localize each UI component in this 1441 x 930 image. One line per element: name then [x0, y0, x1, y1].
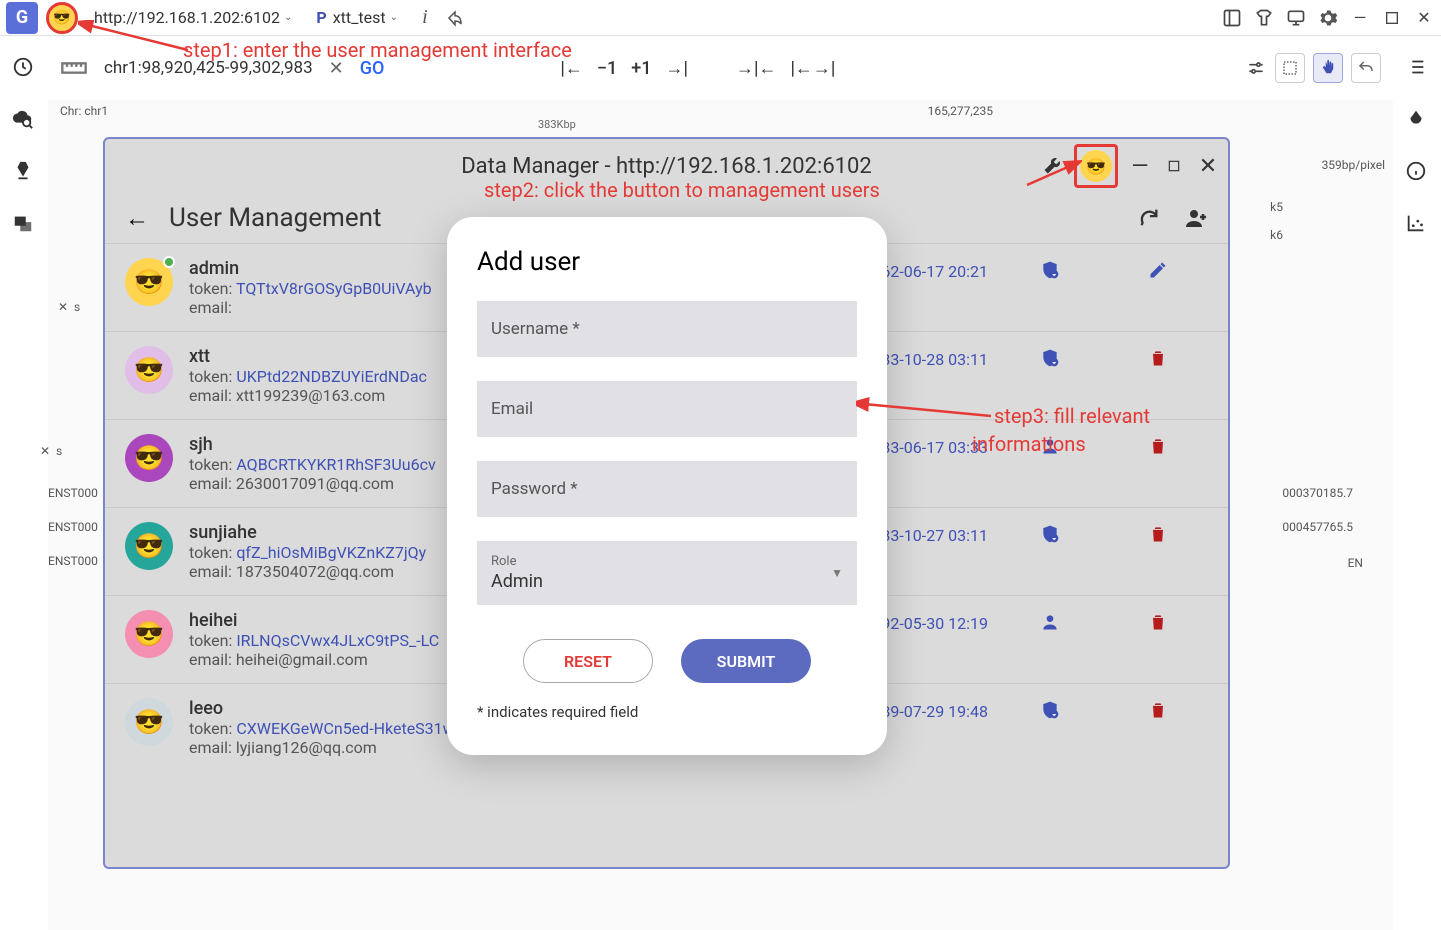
- layout-icon[interactable]: [1221, 7, 1243, 29]
- avatar: 😎: [125, 434, 173, 482]
- track-enst-a2: ENST000: [48, 520, 98, 534]
- password-label: Password *: [491, 479, 578, 499]
- history-icon[interactable]: [12, 56, 36, 80]
- role-label: Role: [491, 554, 516, 569]
- avatar: 😎: [125, 698, 173, 746]
- avatar: 😎: [125, 346, 173, 394]
- add-user-dialog: Add user Username * Email Password * Rol…: [447, 217, 887, 755]
- pan-tool[interactable]: [1313, 53, 1343, 83]
- maximize-icon[interactable]: [1381, 7, 1403, 29]
- top-toolbar: G http://192.168.1.202:6102 ⌄ P xtt_test…: [0, 0, 1441, 36]
- expand-icon[interactable]: |←→|: [790, 58, 835, 79]
- chevron-down-icon: ⌄: [284, 12, 292, 23]
- delete-icon[interactable]: [1148, 524, 1168, 544]
- dm-title: Data Manager - http://192.168.1.202:6102: [461, 154, 872, 179]
- project-name: xtt_test: [333, 8, 386, 27]
- highlight-icon[interactable]: [12, 160, 36, 184]
- avatar: 😎: [125, 522, 173, 570]
- chevron-down-icon: ▼: [831, 566, 843, 580]
- shirt-icon[interactable]: [1253, 7, 1275, 29]
- user-avatar-button[interactable]: [46, 2, 78, 34]
- reset-button[interactable]: RESET: [523, 639, 653, 683]
- dm-maximize-icon[interactable]: [1162, 154, 1186, 178]
- refresh-icon[interactable]: [1138, 206, 1160, 230]
- email-field[interactable]: Email: [477, 381, 857, 437]
- monitor-icon[interactable]: [1285, 7, 1307, 29]
- project-dropdown[interactable]: P xtt_test ⌄: [308, 4, 406, 31]
- password-field[interactable]: Password *: [477, 461, 857, 517]
- chevron-down-icon: ⌄: [390, 12, 398, 23]
- coordinate-label: 165,277,235: [928, 104, 993, 118]
- delete-icon[interactable]: [1148, 436, 1168, 456]
- track-k5: k5: [1270, 200, 1283, 214]
- minimize-icon[interactable]: —: [1349, 7, 1371, 29]
- jump-end-icon[interactable]: →|: [665, 58, 687, 79]
- left-sidebar: [0, 36, 48, 930]
- username-label: Username *: [491, 319, 580, 339]
- project-prefix: P: [316, 8, 326, 27]
- collapse-icon[interactable]: →|←: [736, 58, 776, 79]
- track-enst-c: 000457765.5: [1282, 520, 1353, 534]
- required-note: * indicates required field: [477, 703, 857, 721]
- info-icon[interactable]: i: [414, 7, 436, 29]
- role-icon: [1040, 612, 1060, 632]
- share-icon[interactable]: [444, 7, 466, 29]
- submit-button[interactable]: SUBMIT: [681, 639, 811, 683]
- info-circle-icon[interactable]: [1405, 160, 1429, 184]
- delete-icon[interactable]: [1148, 612, 1168, 632]
- email-label: Email: [491, 399, 533, 419]
- list-icon[interactable]: [1405, 56, 1429, 80]
- select-tool[interactable]: [1275, 53, 1305, 83]
- annotation-step3b: informations: [972, 432, 1086, 456]
- track-k6: k6: [1270, 228, 1283, 242]
- cloud-search-icon[interactable]: [12, 108, 36, 132]
- zoom-in-button[interactable]: +1: [631, 58, 651, 79]
- track-enst-a3: ENST000: [48, 554, 98, 568]
- layers-icon[interactable]: [12, 212, 36, 236]
- bp-per-pixel: 359bp/pixel: [1322, 158, 1385, 172]
- dialog-title: Add user: [477, 247, 857, 277]
- dm-minimize-icon[interactable]: —: [1128, 154, 1152, 178]
- delete-icon[interactable]: [1148, 700, 1168, 720]
- username-field[interactable]: Username *: [477, 301, 857, 357]
- dm-close-icon[interactable]: ✕: [1196, 154, 1220, 178]
- scatter-icon[interactable]: [1405, 212, 1429, 236]
- gear-icon[interactable]: [1317, 7, 1339, 29]
- kbp-label: 383Kbp: [538, 118, 576, 131]
- track-en: EN: [1348, 556, 1363, 570]
- app-logo[interactable]: G: [6, 2, 38, 34]
- edit-icon[interactable]: [1148, 260, 1168, 280]
- annotation-step3a: step3: fill relevant: [994, 404, 1150, 428]
- settings-sliders-icon[interactable]: [1245, 57, 1267, 79]
- avatar: 😎: [125, 610, 173, 658]
- add-user-icon[interactable]: [1184, 206, 1208, 230]
- dm-section-title: User Management: [169, 203, 382, 233]
- right-sidebar: [1393, 36, 1441, 930]
- zoom-out-button[interactable]: −1: [597, 58, 617, 79]
- annotation-step1: step1: enter the user management interfa…: [183, 38, 572, 62]
- drop-icon[interactable]: [1405, 108, 1429, 132]
- role-icon: [1040, 348, 1060, 368]
- role-icon: [1040, 700, 1060, 720]
- role-icon: [1040, 524, 1060, 544]
- annotation-step2: step2: click the button to management us…: [484, 178, 880, 202]
- role-select[interactable]: Role Admin ▼: [477, 541, 857, 605]
- role-icon: [1040, 260, 1060, 280]
- close-icon[interactable]: ✕: [1413, 7, 1435, 29]
- track-enst-b: 000370185.7: [1282, 486, 1353, 500]
- chromosome-label: Chr: chr1: [60, 104, 108, 118]
- avatar: 😎: [125, 258, 173, 306]
- track-enst-a: ENST000: [48, 486, 98, 500]
- delete-icon[interactable]: [1148, 348, 1168, 368]
- back-arrow-icon[interactable]: ←: [125, 204, 149, 233]
- undo-button[interactable]: [1351, 53, 1381, 83]
- role-value: Admin: [491, 571, 543, 592]
